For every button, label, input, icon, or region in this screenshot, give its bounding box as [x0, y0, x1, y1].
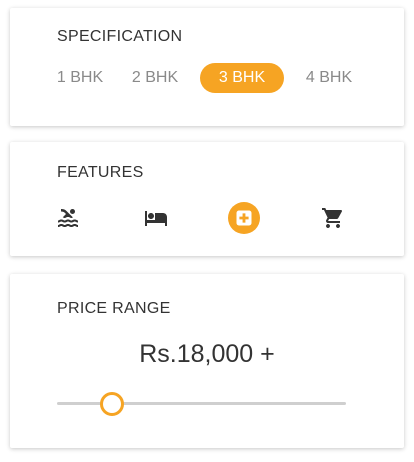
price-range-title: PRICE RANGE — [57, 300, 171, 317]
features-title: FEATURES — [57, 164, 144, 181]
feature-pool-button[interactable] — [52, 202, 84, 234]
specification-title: SPECIFICATION — [57, 28, 183, 45]
shopping-cart-icon — [322, 208, 343, 228]
slider-thumb[interactable] — [99, 392, 124, 416]
medical-cross-icon — [236, 210, 252, 226]
bhk-option-1[interactable]: 1 BHK — [50, 63, 110, 93]
features-card: FEATURES — [10, 142, 404, 256]
feature-bed-button[interactable] — [140, 202, 172, 234]
bed-icon — [145, 211, 167, 226]
bhk-option-4[interactable]: 4 BHK — [299, 63, 359, 93]
bhk-option-3-selected[interactable]: 3 BHK — [200, 63, 284, 93]
pool-icon — [58, 208, 78, 227]
feature-cart-button[interactable] — [317, 202, 349, 234]
specification-card: SPECIFICATION 1 BHK 2 BHK 3 BHK 4 BHK — [10, 8, 404, 126]
bhk-options: 1 BHK 2 BHK 3 BHK 4 BHK — [10, 63, 404, 93]
price-slider[interactable] — [57, 392, 346, 416]
price-value-label: Rs.18,000 + — [139, 340, 275, 368]
price-range-card: PRICE RANGE Rs.18,000 + — [10, 274, 404, 448]
features-options — [10, 202, 404, 234]
bhk-option-2[interactable]: 2 BHK — [125, 63, 185, 93]
feature-medical-button[interactable] — [228, 202, 260, 234]
